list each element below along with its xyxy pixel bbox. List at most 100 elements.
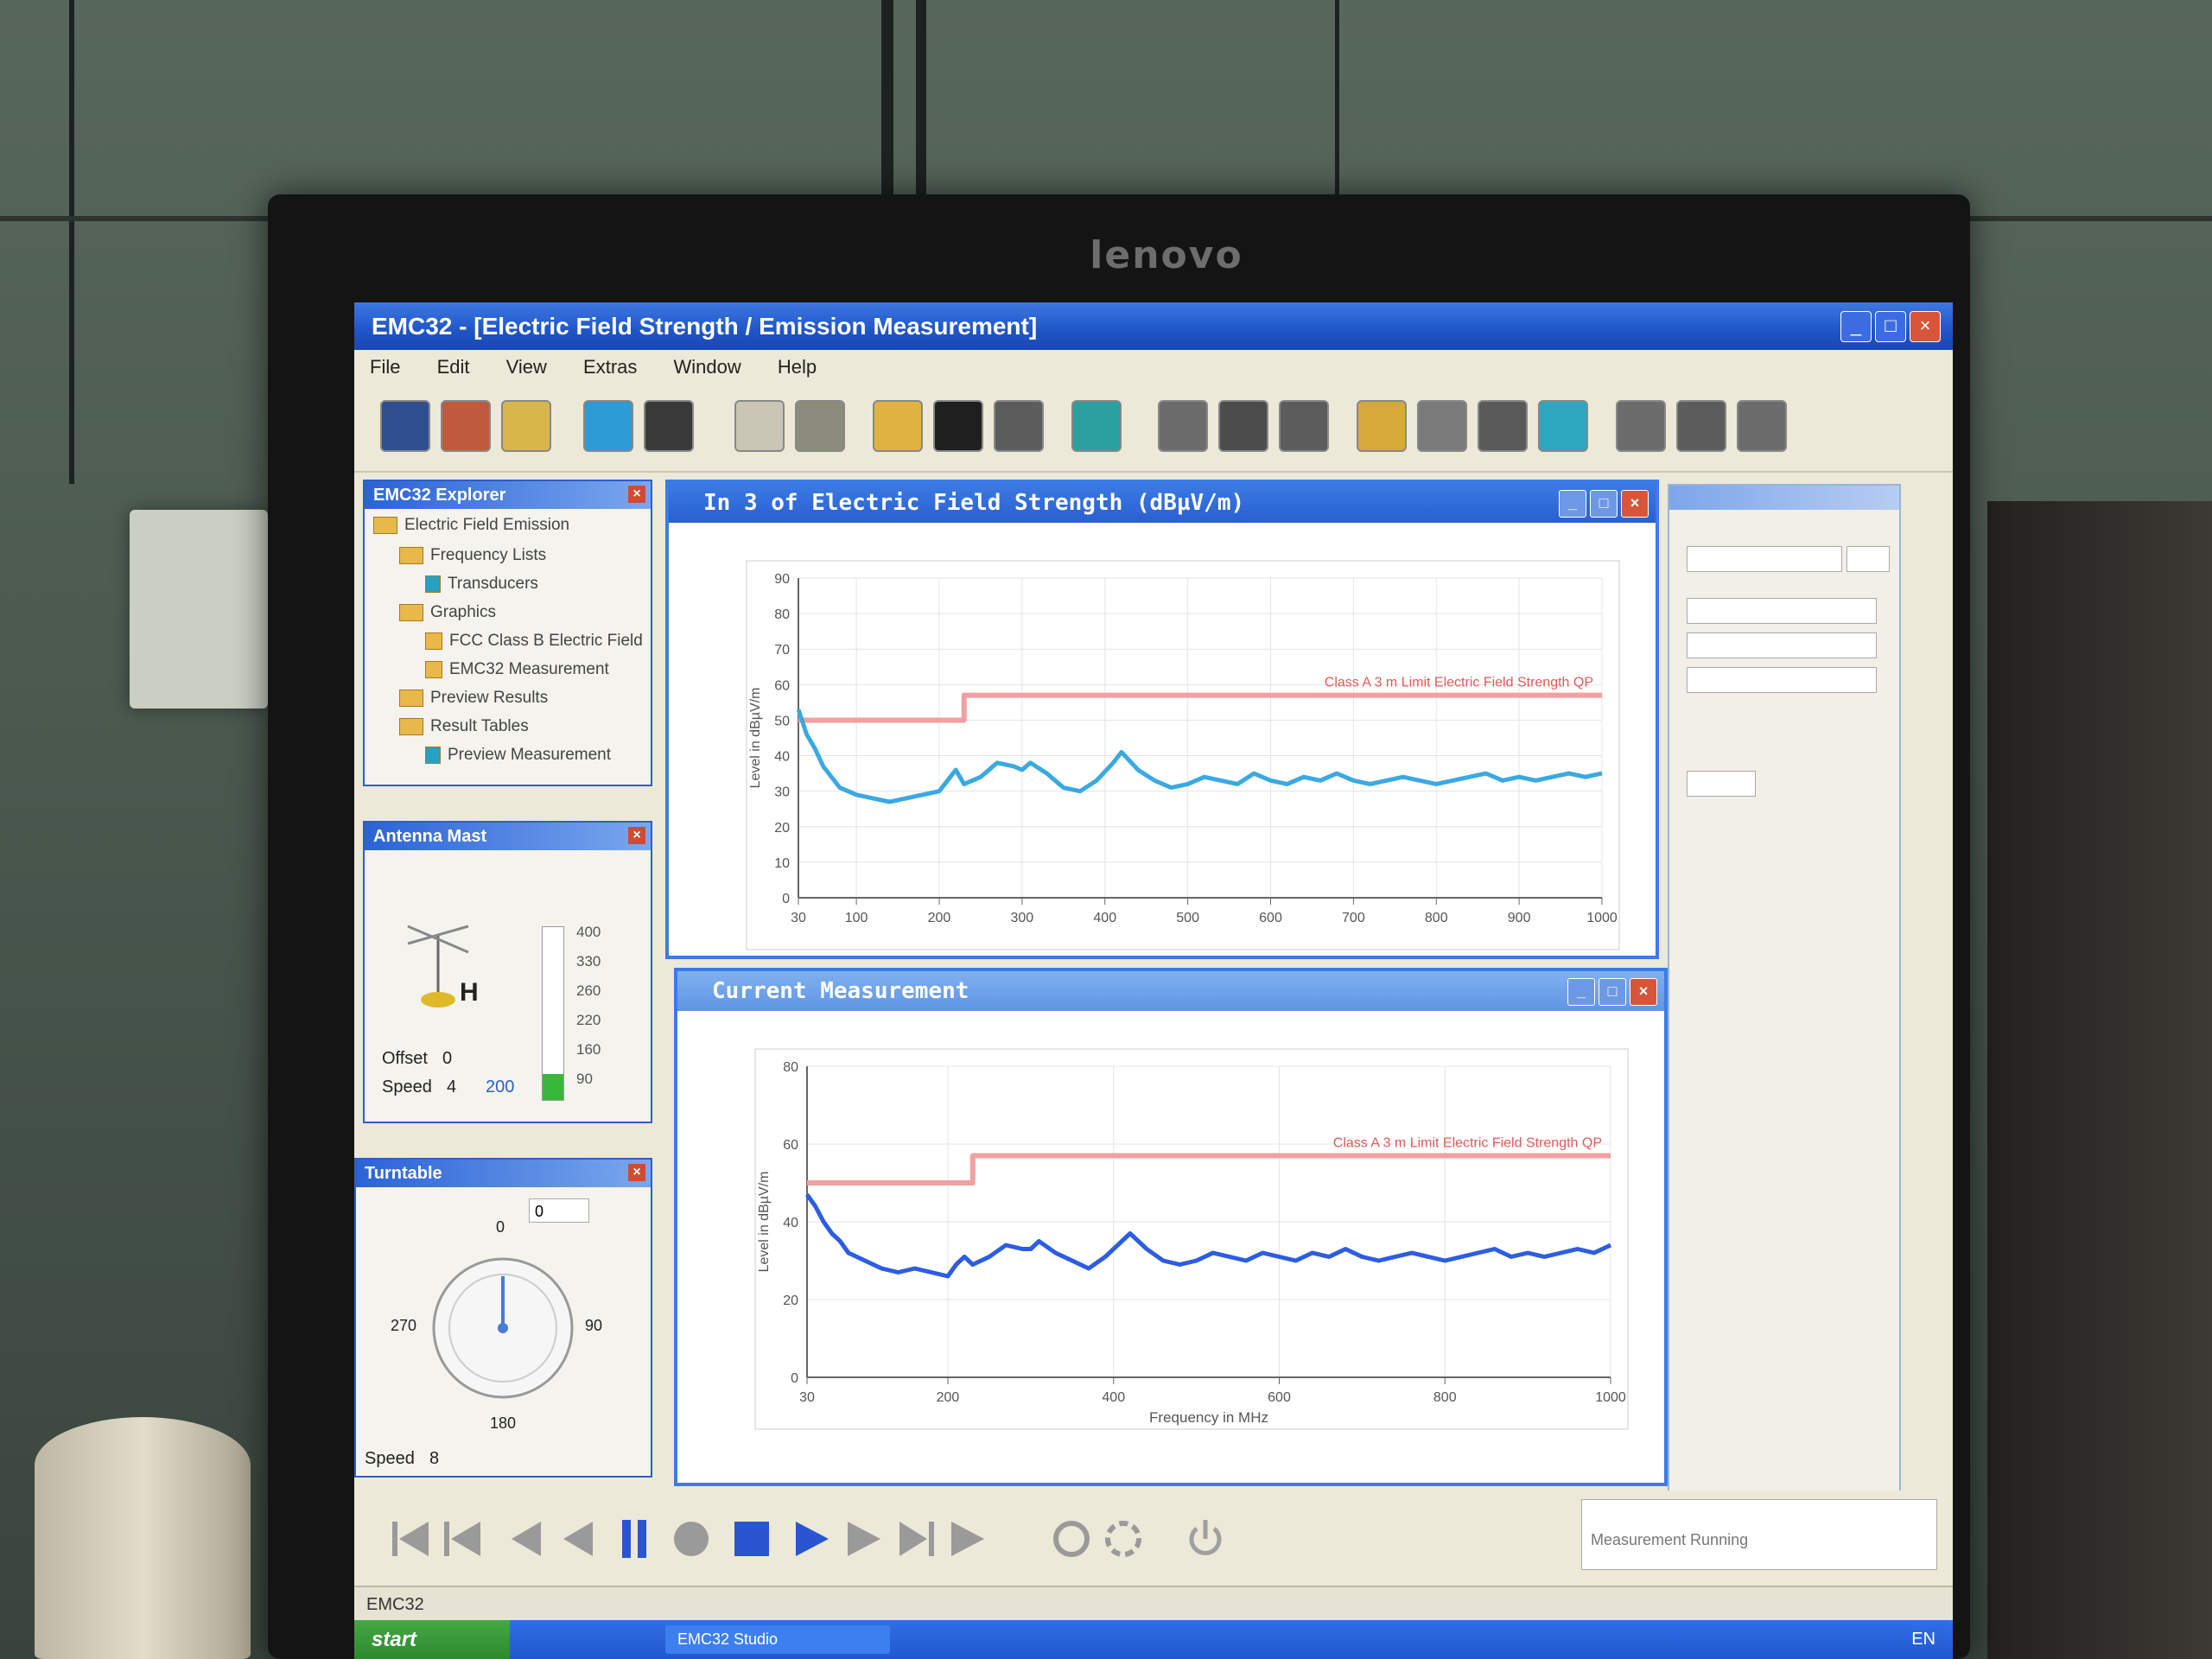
playback-bar: Measurement Running bbox=[354, 1491, 1953, 1586]
chart1-xtick-label: 30 bbox=[791, 911, 806, 925]
app-titlebar: EMC32 - [Electric Field Strength / Emiss… bbox=[354, 302, 1953, 350]
close-button[interactable]: × bbox=[1621, 490, 1649, 518]
monitor-icon[interactable] bbox=[644, 400, 694, 452]
dial-label-0: 0 bbox=[496, 1218, 505, 1236]
start-button[interactable]: start bbox=[354, 1620, 510, 1659]
menu-extras[interactable]: Extras bbox=[568, 350, 652, 385]
tree-item-measurement[interactable]: EMC32 Measurement bbox=[425, 660, 609, 679]
power-icon[interactable] bbox=[1184, 1515, 1227, 1563]
menu-edit[interactable]: Edit bbox=[422, 350, 486, 385]
print-preview-icon[interactable] bbox=[734, 400, 785, 452]
turntable-dial[interactable] bbox=[421, 1246, 585, 1410]
report-icon[interactable] bbox=[1478, 400, 1528, 452]
printer-icon[interactable] bbox=[994, 400, 1044, 452]
mast-scale: 400 330 260 220 160 90 bbox=[576, 918, 601, 1094]
scale-label: 160 bbox=[576, 1041, 601, 1058]
fast-forward-icon[interactable] bbox=[894, 1515, 938, 1563]
chart2-xtick-label: 200 bbox=[937, 1390, 960, 1405]
open-icon[interactable] bbox=[441, 400, 491, 452]
chart2-ytick-label: 0 bbox=[791, 1371, 798, 1386]
chart1-ytick-label: 50 bbox=[774, 714, 790, 728]
menu-view[interactable]: View bbox=[491, 350, 563, 385]
cycle-icon[interactable] bbox=[1102, 1515, 1145, 1563]
fast-back-icon[interactable] bbox=[501, 1515, 544, 1563]
refresh-icon[interactable] bbox=[1050, 1515, 1093, 1563]
graph-icon bbox=[425, 632, 442, 650]
tree-item-label: EMC32 Measurement bbox=[449, 660, 609, 678]
property-field[interactable] bbox=[1847, 546, 1890, 572]
offset-value: 0 bbox=[442, 1049, 453, 1068]
pause-icon[interactable] bbox=[613, 1515, 657, 1563]
test-1-icon[interactable] bbox=[1158, 400, 1208, 452]
test-3-icon[interactable] bbox=[1279, 400, 1329, 452]
menu-help[interactable]: Help bbox=[762, 350, 832, 385]
antenna-panel-header: Antenna Mast × bbox=[365, 823, 651, 850]
film-icon[interactable] bbox=[933, 400, 983, 452]
minimize-button[interactable]: _ bbox=[1559, 490, 1586, 518]
last-icon[interactable] bbox=[946, 1515, 989, 1563]
taskbar-item[interactable]: EMC32 Studio bbox=[665, 1625, 890, 1654]
record-icon[interactable] bbox=[670, 1515, 713, 1563]
tree-item-preview-results[interactable]: Preview Results bbox=[399, 689, 548, 708]
step-forward-icon[interactable] bbox=[842, 1515, 886, 1563]
folder-icon bbox=[373, 516, 397, 534]
close-button[interactable]: × bbox=[1910, 311, 1941, 342]
minimize-button[interactable]: _ bbox=[1840, 311, 1872, 342]
wizard-2-icon[interactable] bbox=[1357, 400, 1407, 452]
skip-back-icon[interactable] bbox=[389, 1515, 432, 1563]
maximize-button[interactable]: □ bbox=[1875, 311, 1906, 342]
chart2-plot-frame bbox=[754, 1048, 1629, 1430]
property-field[interactable] bbox=[1687, 632, 1877, 658]
file-icon bbox=[425, 575, 441, 593]
chart-window-2-title: Current Measurement bbox=[712, 978, 969, 1004]
tree-item-graph[interactable]: FCC Class B Electric Field bbox=[425, 632, 643, 651]
minimize-button[interactable]: _ bbox=[1567, 978, 1595, 1006]
menu-window[interactable]: Window bbox=[658, 350, 757, 385]
close-icon[interactable]: × bbox=[628, 1164, 645, 1181]
chart1-limit-label: Class A 3 m Limit Electric Field Strengt… bbox=[1325, 676, 1593, 690]
tools-icon[interactable] bbox=[795, 400, 845, 452]
tree-item-root[interactable]: Electric Field Emission bbox=[373, 516, 569, 535]
close-button[interactable]: × bbox=[1630, 978, 1657, 1006]
close-icon[interactable]: × bbox=[628, 827, 645, 844]
property-field[interactable] bbox=[1687, 546, 1842, 572]
probe-icon[interactable] bbox=[1417, 400, 1467, 452]
network-icon[interactable] bbox=[583, 400, 633, 452]
turntable-value-field[interactable]: 0 bbox=[529, 1198, 589, 1223]
test-4-icon[interactable] bbox=[1616, 400, 1666, 452]
tree-item-graphics[interactable]: Graphics bbox=[399, 603, 496, 622]
close-icon[interactable]: × bbox=[628, 486, 645, 503]
chart2-ytick-label: 20 bbox=[783, 1294, 798, 1308]
test-5-icon[interactable] bbox=[1676, 400, 1726, 452]
export-icon[interactable] bbox=[1538, 400, 1588, 452]
tree-item-result-tables[interactable]: Result Tables bbox=[399, 717, 529, 736]
chart1-ytick-label: 90 bbox=[774, 572, 790, 587]
test-2-icon[interactable] bbox=[1218, 400, 1268, 452]
chart1-xtick-label: 200 bbox=[928, 911, 951, 925]
tree-item-transducers[interactable]: Transducers bbox=[425, 575, 538, 594]
maximize-button[interactable]: □ bbox=[1590, 490, 1618, 518]
chart-window-1: In 3 of Electric Field Strength (dBµV/m)… bbox=[665, 480, 1659, 959]
play-icon[interactable] bbox=[791, 1515, 834, 1563]
test-6-icon[interactable] bbox=[1737, 400, 1787, 452]
clock: EN bbox=[1911, 1630, 1936, 1649]
property-field[interactable] bbox=[1687, 598, 1877, 624]
folder-icon[interactable] bbox=[873, 400, 923, 452]
menu-file[interactable]: File bbox=[354, 350, 416, 385]
folder-icon bbox=[399, 717, 423, 735]
tree-item-frequency-lists[interactable]: Frequency Lists bbox=[399, 546, 546, 565]
speed-value: 4 bbox=[447, 1077, 457, 1096]
maximize-button[interactable]: □ bbox=[1599, 978, 1626, 1006]
step-back-icon[interactable] bbox=[553, 1515, 596, 1563]
new-icon[interactable] bbox=[380, 400, 430, 452]
tree-item-preview-measurement[interactable]: Preview Measurement bbox=[425, 746, 611, 765]
chart-window-1-titlebar: In 3 of Electric Field Strength (dBµV/m)… bbox=[669, 483, 1656, 523]
scale-label: 220 bbox=[576, 1012, 601, 1028]
wizard-icon[interactable] bbox=[501, 400, 551, 452]
property-field[interactable] bbox=[1687, 667, 1877, 693]
first-icon[interactable] bbox=[441, 1515, 484, 1563]
property-field[interactable] bbox=[1687, 771, 1756, 797]
chart1-ytick-label: 10 bbox=[774, 856, 790, 871]
stop-icon[interactable] bbox=[730, 1515, 773, 1563]
device-icon[interactable] bbox=[1071, 400, 1122, 452]
